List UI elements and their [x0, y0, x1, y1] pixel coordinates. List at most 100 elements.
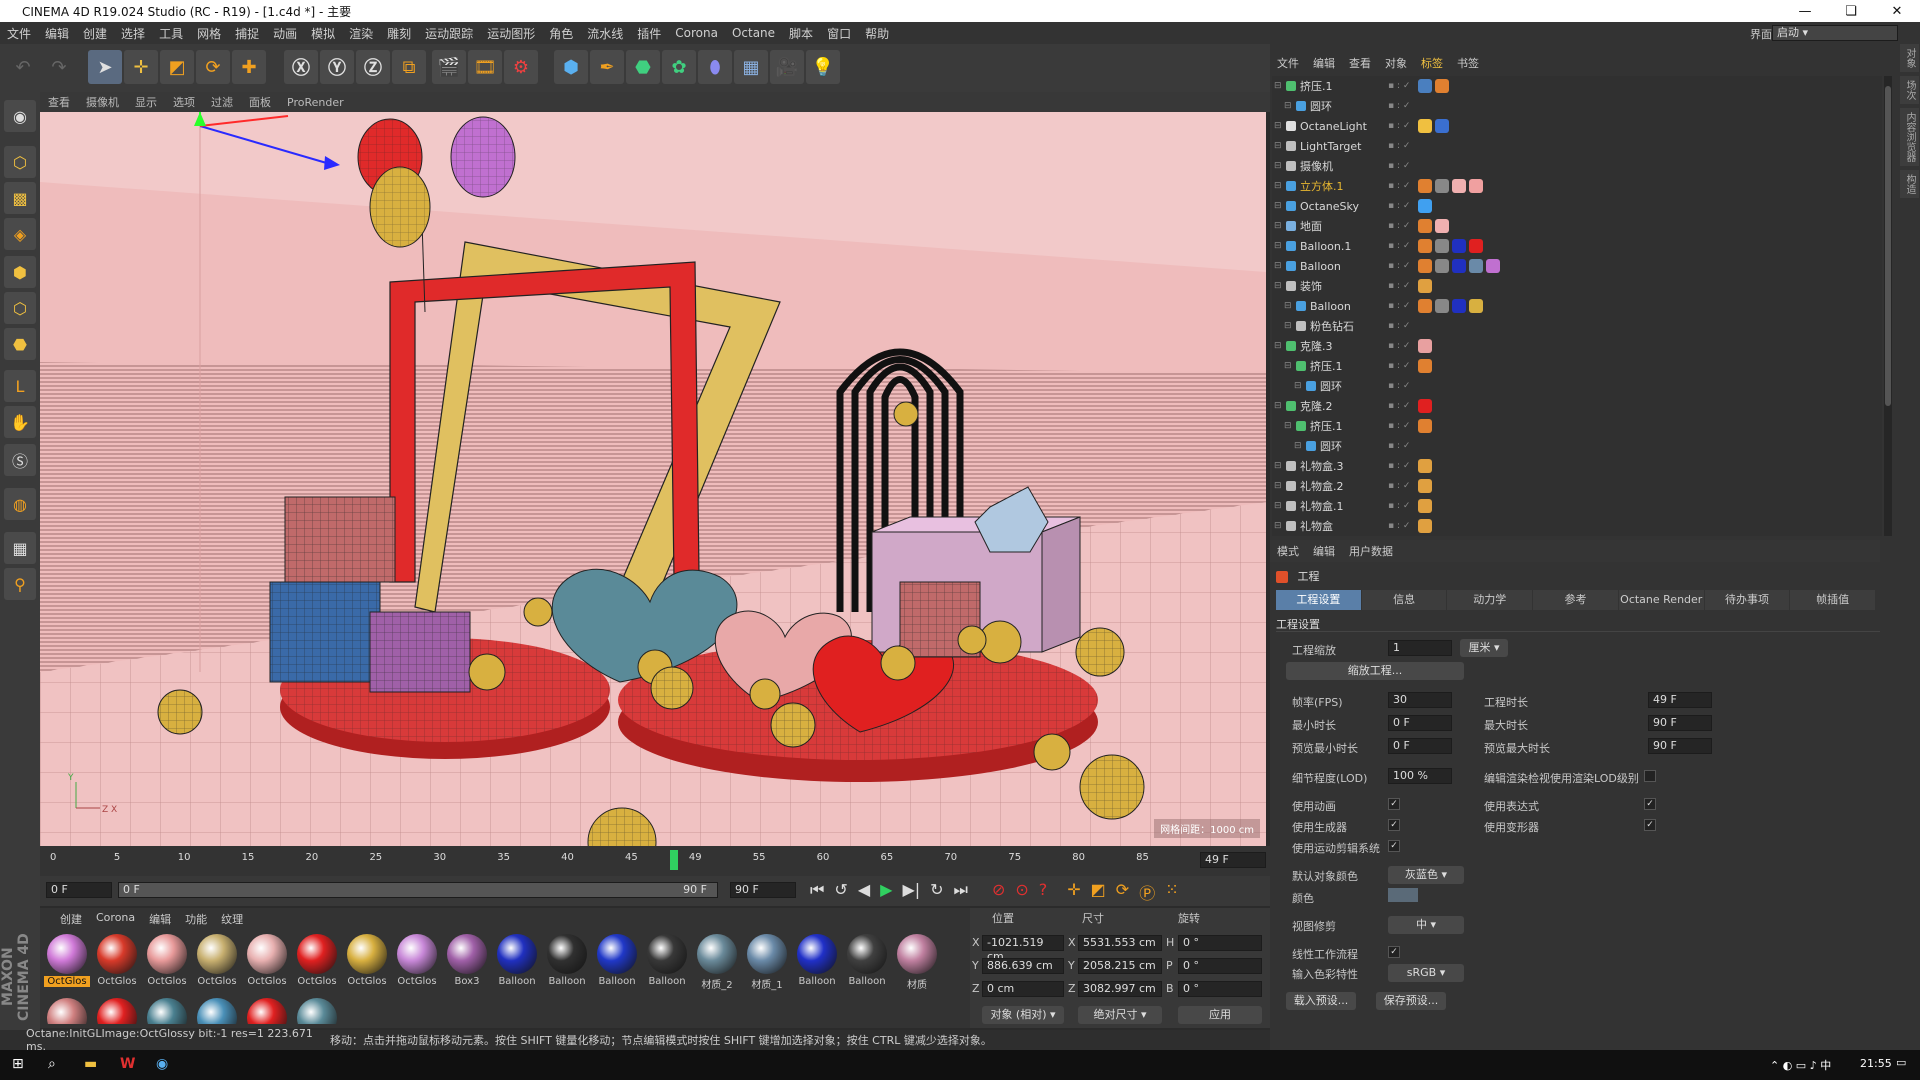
menu-item[interactable]: 运动图形 — [480, 25, 542, 42]
use-expression-checkbox[interactable]: ✓ — [1644, 798, 1656, 810]
menu-item[interactable]: 渲染 — [342, 25, 380, 42]
attr-menu-item[interactable]: 用户数据 — [1342, 543, 1400, 559]
object-row[interactable]: ⊟ Balloon.1 ▪ : ✓ — [1272, 236, 1882, 256]
object-row[interactable]: ⊟ 地面 ▪ : ✓ — [1272, 216, 1882, 236]
viewport-menu-item[interactable]: 查看 — [40, 94, 78, 110]
tray-icons[interactable]: ⌃ ◐ ▭ ♪ 中 — [1770, 1057, 1831, 1073]
object-row[interactable]: ⊟ 圆环 ▪ : ✓ — [1272, 376, 1882, 396]
tag-icon[interactable] — [1435, 79, 1449, 93]
max-time-field[interactable]: 90 F — [1648, 715, 1712, 731]
visibility-toggle[interactable]: ▪ : ✓ — [1388, 321, 1410, 331]
material-menu-item[interactable]: Corona — [96, 911, 135, 927]
use-animation-checkbox[interactable]: ✓ — [1388, 798, 1400, 810]
tag-icon[interactable] — [1469, 299, 1483, 313]
menu-item[interactable]: 动画 — [266, 25, 304, 42]
object-row[interactable]: ⊟ 圆环 ▪ : ✓ — [1272, 436, 1882, 456]
expand-icon[interactable]: ⊟ — [1294, 381, 1302, 391]
vertical-tab[interactable]: 内容浏览器 — [1900, 108, 1919, 166]
object-name[interactable]: 装饰 — [1300, 278, 1322, 294]
expand-icon[interactable]: ⊟ — [1274, 81, 1282, 91]
next-frame-icon[interactable]: ▶| — [902, 880, 920, 904]
tag-icon[interactable] — [1418, 119, 1432, 133]
deformer-icon[interactable]: ⬮ — [698, 50, 732, 84]
tag-icon[interactable] — [1418, 479, 1432, 493]
duration-field[interactable]: 49 F — [1648, 692, 1712, 708]
visibility-toggle[interactable]: ▪ : ✓ — [1388, 121, 1410, 131]
save-preset-button[interactable]: 保存预设... — [1376, 992, 1446, 1010]
object-name[interactable]: Balloon.1 — [1300, 240, 1351, 253]
size-y-field[interactable]: 2058.215 cm — [1078, 958, 1162, 974]
points-mode-icon[interactable]: ⬢ — [4, 256, 36, 288]
expand-icon[interactable]: ⊟ — [1274, 401, 1282, 411]
material-swatch[interactable] — [144, 996, 190, 1024]
param-key-icon[interactable]: Ⓟ — [1139, 880, 1155, 904]
prev-frame-icon[interactable]: ◀ — [858, 880, 870, 904]
tag-icon[interactable] — [1418, 459, 1432, 473]
object-row[interactable]: ⊟ Balloon ▪ : ✓ — [1272, 256, 1882, 276]
attr-tab[interactable]: 参考 — [1533, 590, 1618, 610]
render-picture-viewer-icon[interactable]: 🎞 — [468, 50, 502, 84]
visibility-toggle[interactable]: ▪ : ✓ — [1388, 301, 1410, 311]
material-swatch[interactable]: OctGlos — [144, 932, 190, 992]
object-row[interactable]: ⊟ 礼物盒.3 ▪ : ✓ — [1272, 456, 1882, 476]
expand-icon[interactable]: ⊟ — [1274, 201, 1282, 211]
visibility-toggle[interactable]: ▪ : ✓ — [1388, 401, 1410, 411]
menu-item[interactable]: 雕刻 — [380, 25, 418, 42]
material-swatch[interactable]: OctGlos — [44, 932, 90, 992]
material-swatch[interactable]: OctGlos — [94, 932, 140, 992]
linear-workflow-checkbox[interactable]: ✓ — [1388, 946, 1400, 958]
cloner-icon[interactable]: ✿ — [662, 50, 696, 84]
visibility-toggle[interactable]: ▪ : ✓ — [1388, 101, 1410, 111]
3d-viewport[interactable]: Y Z X 网格间距：1000 cm — [40, 112, 1266, 846]
vertical-tab[interactable]: 对象 — [1900, 44, 1919, 72]
prev-key-icon[interactable]: ↺ — [834, 880, 847, 904]
cinema4d-task-icon[interactable]: ◉ — [156, 1056, 168, 1072]
menu-item[interactable]: 创建 — [76, 25, 114, 42]
object-row[interactable]: ⊟ 摄像机 ▪ : ✓ — [1272, 156, 1882, 176]
pos-z-field[interactable]: 0 cm — [982, 981, 1064, 997]
object-menu-item[interactable]: 对象 — [1378, 55, 1414, 71]
minimize-icon[interactable]: — — [1782, 4, 1828, 19]
object-name[interactable]: 圆环 — [1320, 438, 1342, 454]
visibility-toggle[interactable]: ▪ : ✓ — [1388, 481, 1410, 491]
menu-item[interactable]: 运动跟踪 — [418, 25, 480, 42]
tag-icon[interactable] — [1486, 259, 1500, 273]
play-icon[interactable]: ▶ — [880, 880, 892, 904]
tag-icon[interactable] — [1418, 219, 1432, 233]
color-swatch[interactable] — [1388, 888, 1418, 902]
menu-item[interactable]: 插件 — [630, 25, 668, 42]
visibility-toggle[interactable]: ▪ : ✓ — [1388, 201, 1410, 211]
tag-icon[interactable] — [1418, 279, 1432, 293]
material-swatch[interactable]: 材质_1 — [744, 932, 790, 992]
select-tool-icon[interactable]: ➤ — [88, 50, 122, 84]
tag-icon[interactable] — [1418, 519, 1432, 533]
scale-tool-icon[interactable]: ◩ — [160, 50, 194, 84]
search-icon[interactable]: ⌕ — [48, 1056, 56, 1072]
attr-tab[interactable]: 工程设置 — [1276, 590, 1361, 610]
cube-icon[interactable]: ⬢ — [554, 50, 588, 84]
autokey-icon[interactable]: ⊙ — [1015, 880, 1028, 904]
object-row[interactable]: ⊟ 礼物盒 ▪ : ✓ — [1272, 516, 1882, 536]
tag-icon[interactable] — [1418, 339, 1432, 353]
object-name[interactable]: 摄像机 — [1300, 158, 1333, 174]
tag-icon[interactable] — [1435, 259, 1449, 273]
move-tool-icon[interactable]: ✛ — [124, 50, 158, 84]
tag-icon[interactable] — [1418, 499, 1432, 513]
material-menu-item[interactable]: 编辑 — [149, 911, 171, 927]
object-row[interactable]: ⊟ 装饰 ▪ : ✓ — [1272, 276, 1882, 296]
grid-snap-icon[interactable]: ▦ — [4, 532, 36, 564]
close-icon[interactable]: ✕ — [1874, 4, 1920, 19]
render-view-icon[interactable]: 🎬 — [432, 50, 466, 84]
attr-tab[interactable]: 信息 — [1361, 590, 1447, 610]
visibility-toggle[interactable]: ▪ : ✓ — [1388, 341, 1410, 351]
menu-item[interactable]: 脚本 — [782, 25, 820, 42]
viewport-menu-item[interactable]: 显示 — [127, 94, 165, 110]
model-mode-icon[interactable]: ⬡ — [4, 146, 36, 178]
menu-item[interactable]: 工具 — [152, 25, 190, 42]
menu-item[interactable]: 流水线 — [580, 25, 630, 42]
viewport-menu-item[interactable]: ProRender — [279, 96, 352, 109]
coord-mode-select[interactable]: 对象 (相对) ▾ — [982, 1006, 1064, 1024]
menu-item[interactable]: 网格 — [190, 25, 228, 42]
material-menu-item[interactable]: 功能 — [185, 911, 207, 927]
texture-mode-icon[interactable]: ▩ — [4, 182, 36, 214]
